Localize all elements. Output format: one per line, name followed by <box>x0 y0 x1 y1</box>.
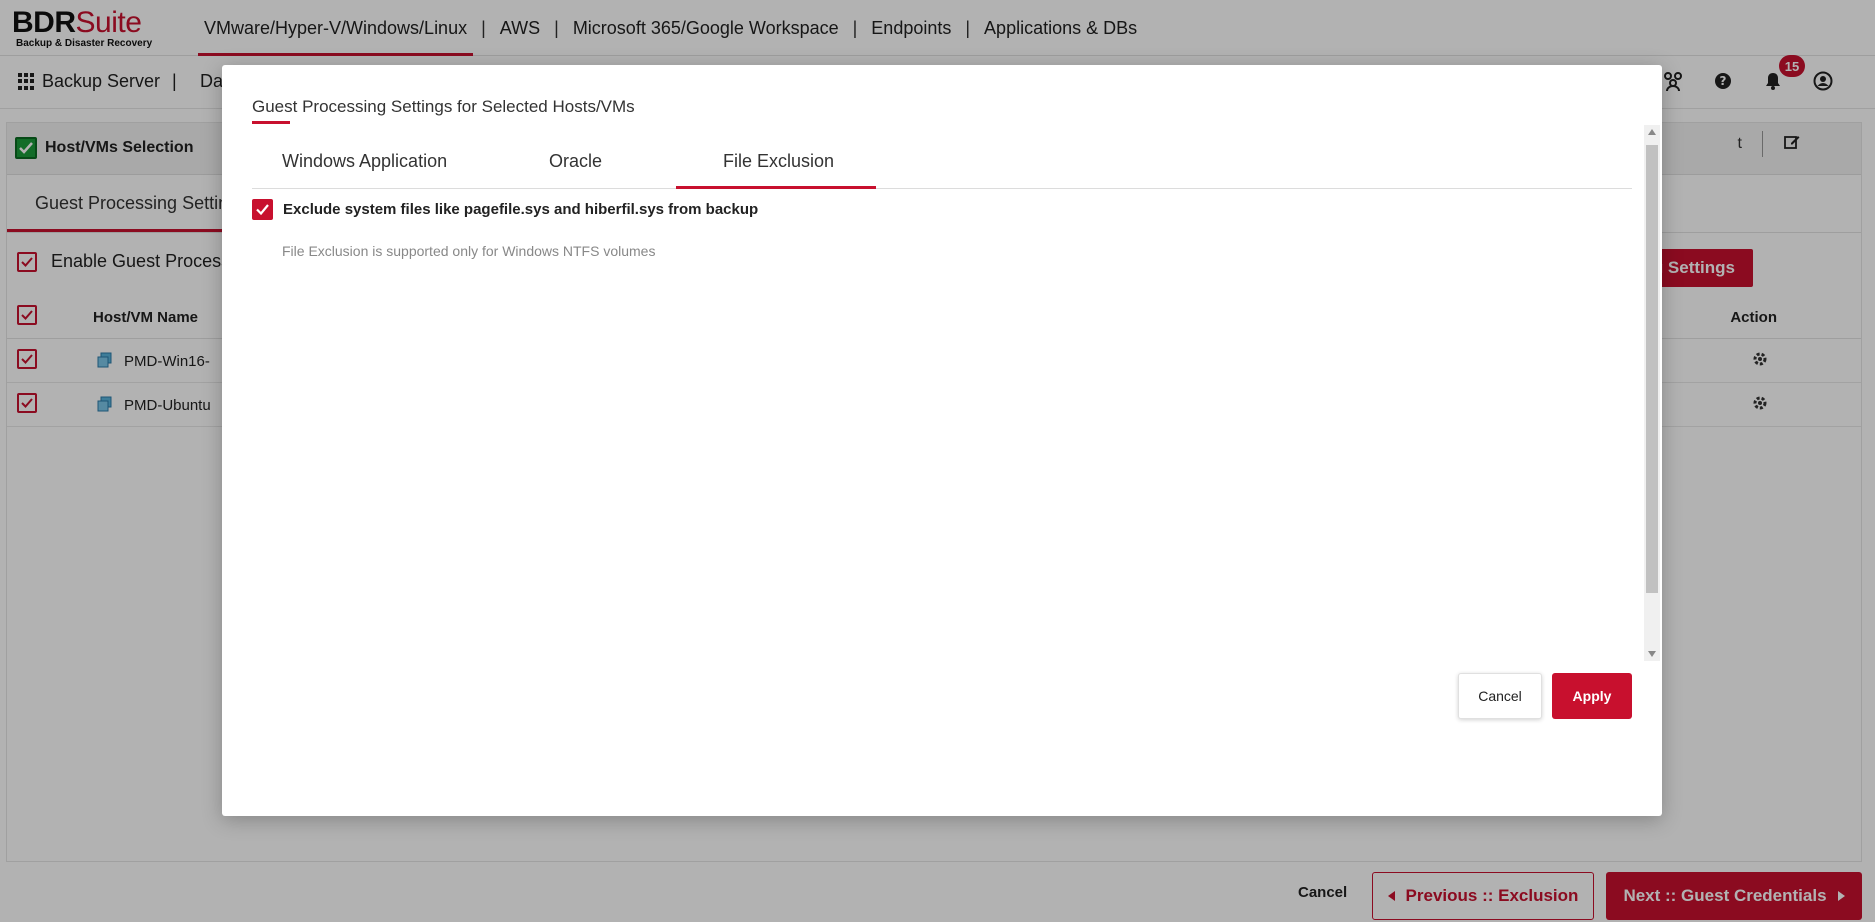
modal-scrollbar[interactable] <box>1644 125 1660 661</box>
exclude-system-files-option[interactable]: Exclude system files like pagefile.sys a… <box>252 199 758 220</box>
tab-oracle[interactable]: Oracle <box>549 151 602 172</box>
active-tab-indicator <box>676 186 876 189</box>
scroll-down-arrow-icon[interactable] <box>1648 651 1656 657</box>
scroll-up-arrow-icon[interactable] <box>1648 129 1656 135</box>
modal-apply-button[interactable]: Apply <box>1552 673 1632 719</box>
scrollbar-thumb[interactable] <box>1646 145 1658 593</box>
modal-title-underline <box>252 121 290 124</box>
guest-processing-modal: Guest Processing Settings for Selected H… <box>222 65 1662 816</box>
tab-windows-application[interactable]: Windows Application <box>282 151 447 172</box>
modal-title: Guest Processing Settings for Selected H… <box>252 97 635 116</box>
modal-cancel-button[interactable]: Cancel <box>1458 673 1542 719</box>
exclude-system-files-label: Exclude system files like pagefile.sys a… <box>283 201 759 218</box>
tab-file-exclusion[interactable]: File Exclusion <box>723 151 834 172</box>
modal-tabs: Windows Application Oracle File Exclusio… <box>252 137 1632 189</box>
exclude-system-files-checkbox[interactable] <box>252 199 273 220</box>
file-exclusion-note: File Exclusion is supported only for Win… <box>282 243 656 259</box>
